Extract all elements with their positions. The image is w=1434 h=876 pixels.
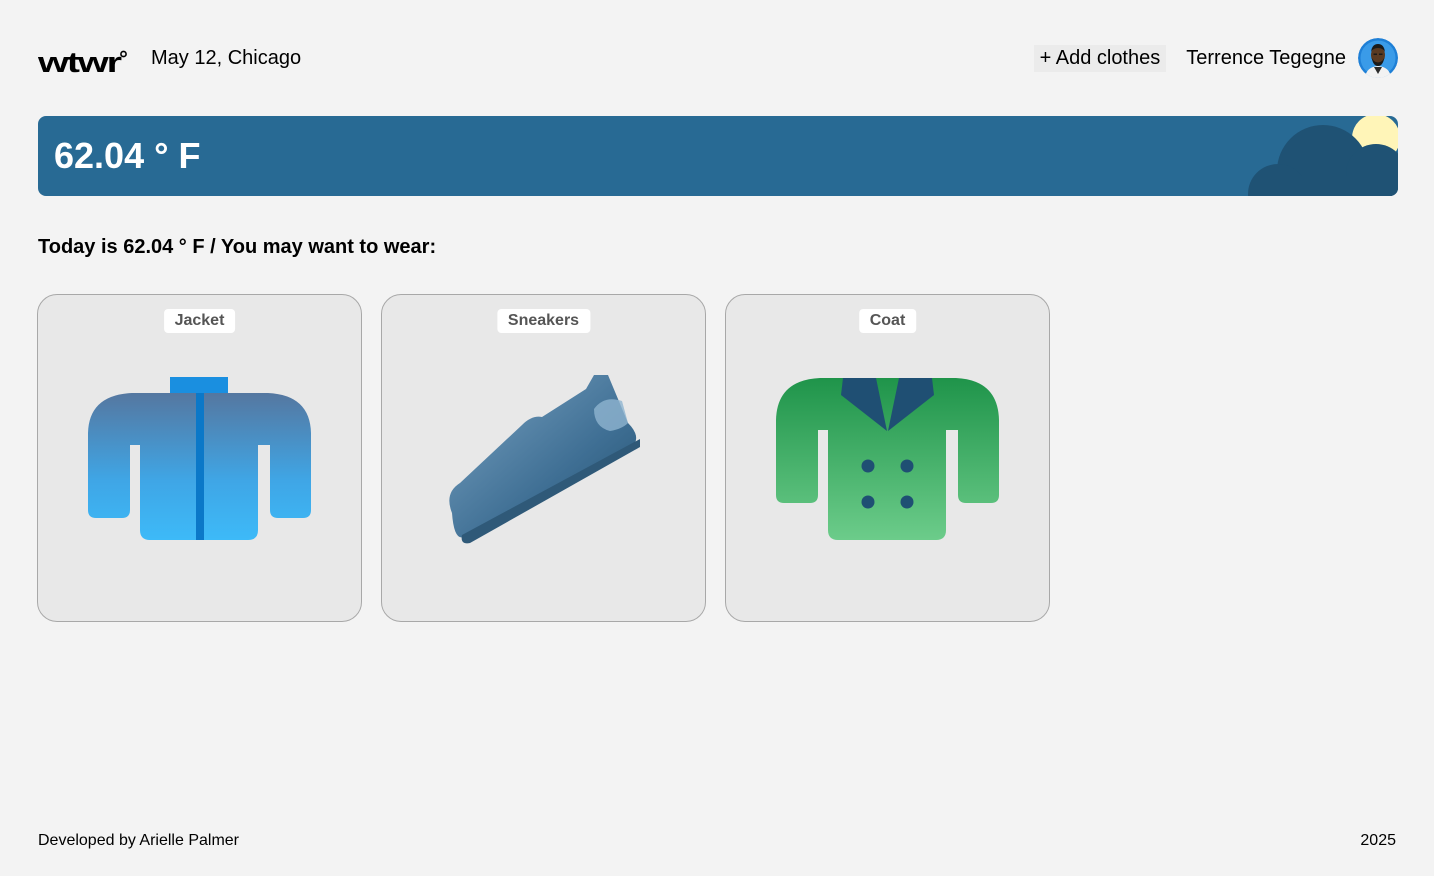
item-card-coat[interactable]: Coat [725,294,1050,622]
weather-temperature: 62.04 ° F [54,135,201,176]
footer-credit: Developed by Arielle Palmer [38,832,239,849]
header-right: + Add clothes Terrence Tegegne [1033,38,1398,78]
sneaker-icon [449,375,640,544]
item-card-label: Sneakers [496,309,591,333]
footer-year: 2025 [1360,832,1396,849]
header: wtwr May 12, Chicago + Add clothes Terre… [38,38,1398,78]
logo-wordmark: wtwr [38,47,127,73]
item-card-label: Coat [858,309,917,333]
add-clothes-button[interactable]: + Add clothes [1033,44,1167,72]
recommendation-text: Today is 62.04 ° F / You may want to wea… [38,236,437,258]
username[interactable]: Terrence Tegegne [1186,47,1346,70]
jacket-icon [88,377,311,540]
sun-behind-cloud-icon [1248,116,1398,196]
logo[interactable]: wtwr [38,43,128,73]
coat-icon [776,378,999,540]
item-card-sneakers[interactable]: Sneakers [381,294,706,622]
svg-text:wtwr: wtwr [38,47,122,73]
avatar-icon [1358,38,1398,78]
date-location: May 12, Chicago [151,47,302,69]
item-card-jacket[interactable]: Jacket [37,294,362,622]
page: wtwr May 12, Chicago + Add clothes Terre… [0,0,1434,876]
weather-card: 62.04 ° F [38,116,1398,196]
clothing-cards: Jacket Sneakers Coat [37,294,1069,622]
item-card-label: Jacket [163,309,236,333]
user-avatar[interactable] [1358,38,1398,78]
